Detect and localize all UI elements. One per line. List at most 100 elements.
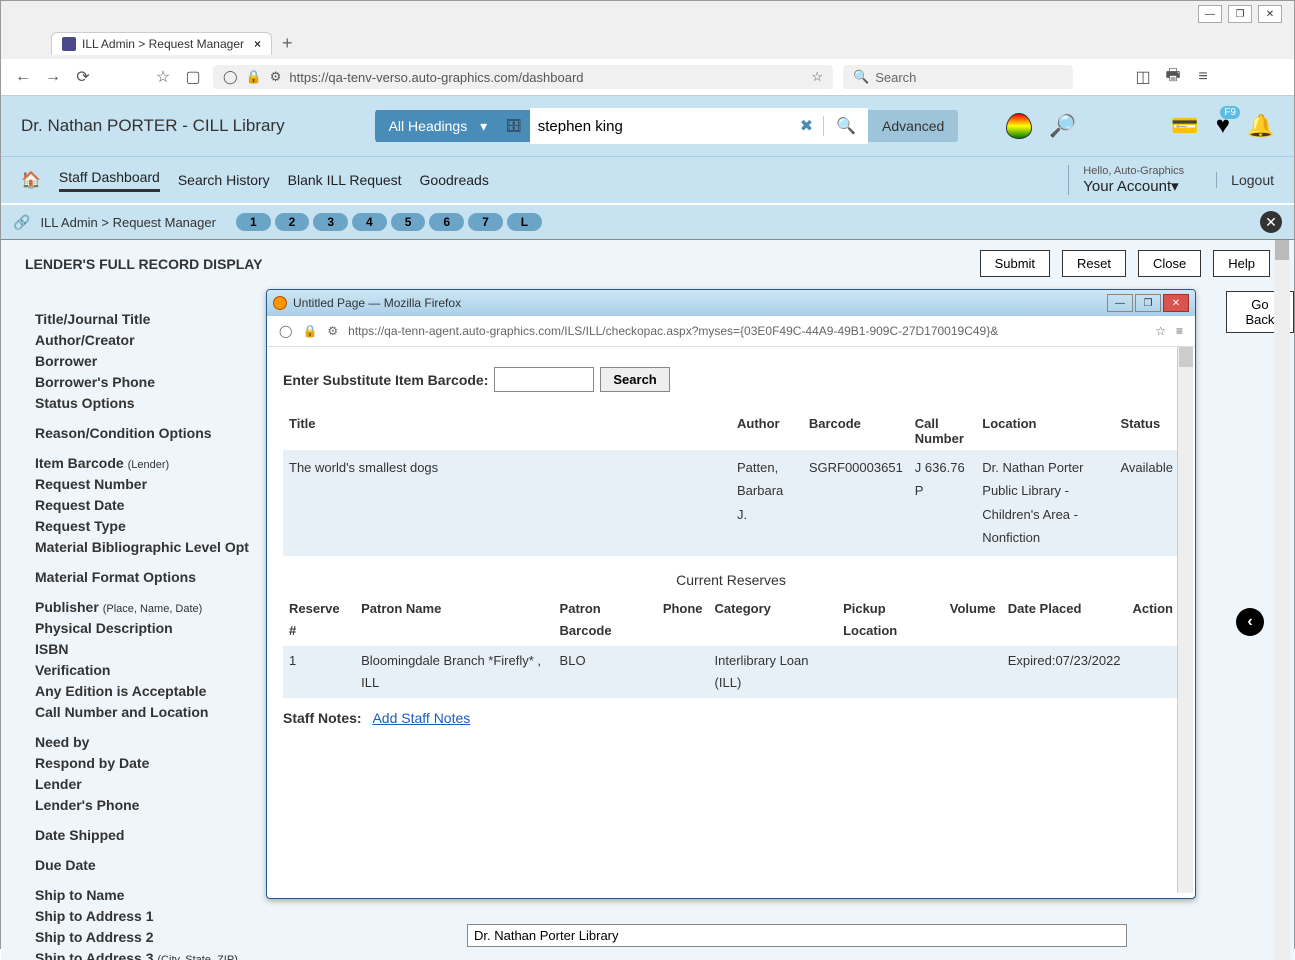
- back-icon[interactable]: ←: [13, 67, 33, 87]
- field-label: Ship to Address 3 (City, State, ZIP): [35, 949, 265, 960]
- popup-shield-icon[interactable]: ◯: [279, 324, 292, 338]
- breadcrumb-bar: 🔗 ILL Admin > Request Manager 1 2 3 4 5 …: [1, 203, 1294, 240]
- item-row[interactable]: The world's smallest dogs Patten, Barbar…: [283, 450, 1179, 556]
- reserve-row[interactable]: 1 Bloomingdale Branch *Firefly* , ILL BL…: [283, 646, 1179, 698]
- field-label: Request Type: [35, 517, 265, 535]
- nav-blank-ill-request[interactable]: Blank ILL Request: [288, 172, 402, 188]
- close-panel-icon[interactable]: ✕: [1260, 211, 1282, 233]
- pill-2[interactable]: 2: [275, 213, 310, 231]
- lock-icon: 🔒: [246, 69, 262, 85]
- new-tab-button[interactable]: +: [282, 33, 293, 54]
- popup-scrollbar[interactable]: [1177, 347, 1193, 893]
- clear-search-icon[interactable]: ✖: [790, 116, 823, 136]
- popup-titlebar[interactable]: Untitled Page — Mozilla Firefox — ❐ ✕: [267, 290, 1195, 316]
- submit-button[interactable]: Submit: [980, 250, 1050, 277]
- print-icon[interactable]: 🖶: [1163, 67, 1183, 87]
- forward-icon[interactable]: →: [43, 67, 63, 87]
- app-title: Dr. Nathan PORTER - CILL Library: [21, 116, 285, 136]
- popup-maximize-button[interactable]: ❐: [1135, 294, 1161, 312]
- rcell-category: Interlibrary Loan (ILL): [709, 646, 838, 698]
- pill-3[interactable]: 3: [313, 213, 348, 231]
- field-label: Due Date: [35, 856, 265, 874]
- popup-settings-icon[interactable]: ⚙: [327, 324, 338, 338]
- minimize-button[interactable]: —: [1198, 5, 1222, 23]
- th-location: Location: [976, 412, 1114, 450]
- url-bar[interactable]: ◯ 🔒 ⚙ https://qa-tenv-verso.auto-graphic…: [213, 65, 833, 89]
- greeting-text: Hello, Auto-Graphics: [1083, 165, 1184, 177]
- firefox-icon: [273, 296, 287, 310]
- field-label: Publisher (Place, Name, Date): [35, 598, 265, 616]
- barcode-search-button[interactable]: Search: [600, 367, 669, 392]
- barcode-row: Enter Substitute Item Barcode: Search: [283, 367, 1179, 392]
- pill-6[interactable]: 6: [429, 213, 464, 231]
- account-block[interactable]: Hello, Auto-Graphics Your Account▾: [1068, 165, 1184, 195]
- popup-hamburger-icon[interactable]: ≡: [1176, 324, 1183, 338]
- home-icon[interactable]: 🏠: [21, 170, 41, 190]
- barcode-input[interactable]: [494, 367, 594, 392]
- reload-icon[interactable]: ⟳: [73, 67, 93, 87]
- close-window-button[interactable]: ✕: [1258, 5, 1282, 23]
- next-record-icon[interactable]: ‹: [1236, 608, 1264, 636]
- main-scrollbar[interactable]: [1274, 240, 1290, 960]
- catalog-search-icon[interactable]: 🔎: [1050, 113, 1076, 139]
- star-icon[interactable]: ☆: [811, 69, 823, 85]
- rth-action: Action: [1127, 594, 1179, 646]
- popup-close-button[interactable]: ✕: [1163, 294, 1189, 312]
- pill-7[interactable]: 7: [468, 213, 503, 231]
- popup-lock-icon[interactable]: 🔒: [302, 324, 317, 338]
- nav-search-history[interactable]: Search History: [178, 172, 270, 188]
- pill-1[interactable]: 1: [236, 213, 271, 231]
- library-card-icon[interactable]: 💳: [1172, 113, 1198, 139]
- favorites-icon[interactable]: ♥ F9: [1216, 112, 1230, 140]
- pocket-icon[interactable]: ▢: [183, 67, 203, 87]
- search-go-icon[interactable]: 🔍: [824, 108, 868, 144]
- popup-minimize-button[interactable]: —: [1107, 294, 1133, 312]
- search-input[interactable]: [530, 110, 790, 143]
- balloon-icon[interactable]: [1006, 113, 1032, 139]
- field-label: ISBN: [35, 640, 265, 658]
- return-to-name-input[interactable]: [467, 924, 1127, 947]
- rcell-patron-name: Bloomingdale Branch *Firefly* , ILL: [355, 646, 553, 698]
- field-label: Borrower: [35, 352, 265, 370]
- bookmark-star-icon[interactable]: ☆: [153, 67, 173, 87]
- field-label: Material Format Options: [35, 568, 265, 586]
- search-scope-dropdown[interactable]: All Headings: [375, 110, 498, 142]
- nav-goodreads[interactable]: Goodreads: [420, 172, 489, 188]
- pill-l[interactable]: L: [507, 213, 542, 231]
- rcell-volume: [944, 646, 1002, 698]
- field-label: Lender: [35, 775, 265, 793]
- tab-close-icon[interactable]: ×: [254, 37, 261, 51]
- field-label: Author/Creator: [35, 331, 265, 349]
- field-label: Reason/Condition Options: [35, 424, 265, 442]
- staff-notes-label: Staff Notes:: [283, 710, 362, 726]
- breadcrumb-text[interactable]: ILL Admin > Request Manager: [40, 215, 216, 230]
- reset-button[interactable]: Reset: [1062, 250, 1126, 277]
- nav-staff-dashboard[interactable]: Staff Dashboard: [59, 169, 160, 192]
- help-button[interactable]: Help: [1213, 250, 1270, 277]
- database-icon[interactable]: 🗄: [497, 110, 530, 142]
- field-label: Borrower's Phone: [35, 373, 265, 391]
- badge-f9: F9: [1220, 106, 1240, 119]
- add-staff-notes-link[interactable]: Add Staff Notes: [372, 710, 470, 726]
- shield-icon: ◯: [223, 69, 238, 85]
- field-label: Verification: [35, 661, 265, 679]
- popup-star-icon[interactable]: ☆: [1155, 324, 1166, 338]
- browser-search[interactable]: 🔍 Search: [843, 65, 1073, 89]
- pocket-save-icon[interactable]: ◫: [1133, 67, 1153, 87]
- logout-link[interactable]: Logout: [1216, 172, 1274, 188]
- pill-5[interactable]: 5: [391, 213, 426, 231]
- your-account-link[interactable]: Your Account▾: [1083, 177, 1184, 195]
- cell-callnum: J 636.76 P: [909, 450, 976, 556]
- hamburger-icon[interactable]: ≡: [1193, 67, 1213, 87]
- pill-4[interactable]: 4: [352, 213, 387, 231]
- notifications-icon[interactable]: 🔔: [1248, 113, 1274, 139]
- settings-slider-icon: ⚙: [270, 69, 282, 85]
- field-label: Status Options: [35, 394, 265, 412]
- close-button[interactable]: Close: [1138, 250, 1201, 277]
- maximize-button[interactable]: ❐: [1228, 5, 1252, 23]
- browser-tab[interactable]: ILL Admin > Request Manager ×: [51, 32, 272, 55]
- popup-title: Untitled Page — Mozilla Firefox: [293, 296, 461, 310]
- popup-url[interactable]: https://qa-tenn-agent.auto-graphics.com/…: [348, 324, 1145, 338]
- advanced-search-button[interactable]: Advanced: [868, 110, 958, 142]
- window-controls: — ❐ ✕: [1, 1, 1294, 27]
